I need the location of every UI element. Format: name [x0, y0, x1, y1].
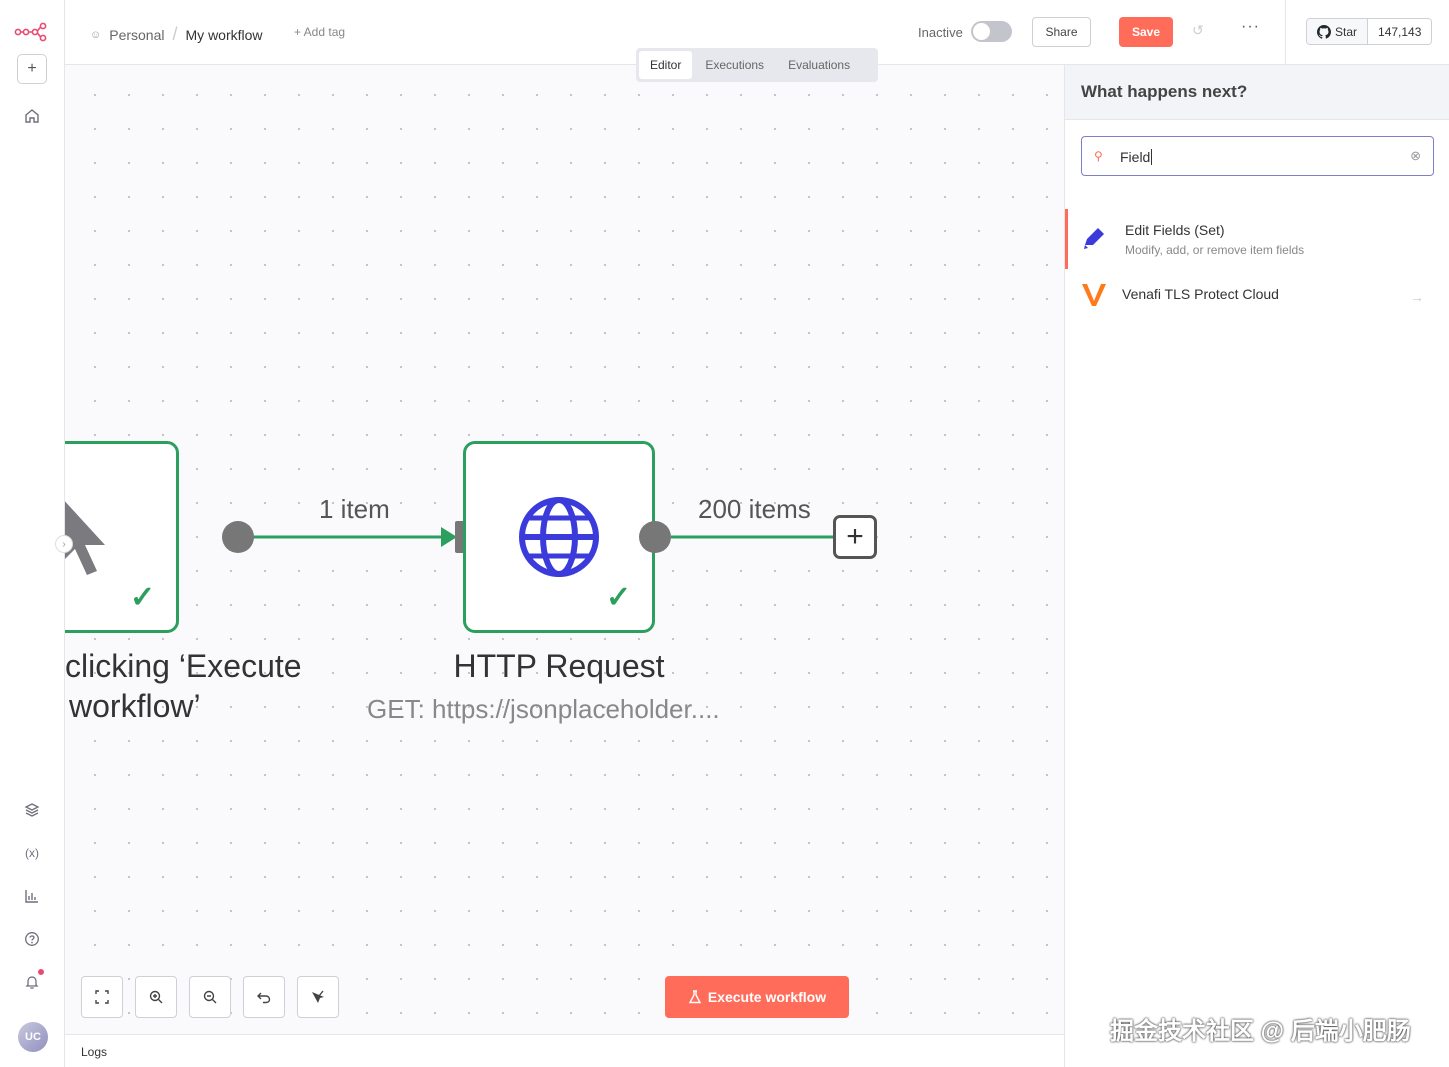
- create-button[interactable]: +: [17, 54, 47, 84]
- breadcrumb: ☺ Personal / My workflow: [90, 24, 263, 45]
- github-star-label: Star: [1335, 24, 1358, 39]
- manual-trigger-node[interactable]: ✓: [65, 441, 179, 633]
- result-name: Venafi TLS Protect Cloud: [1122, 286, 1279, 302]
- add-node-plus-button[interactable]: +: [833, 515, 877, 559]
- execute-workflow-label: Execute workflow: [707, 989, 827, 1005]
- templates-icon[interactable]: [17, 795, 47, 825]
- globe-icon: [519, 497, 599, 577]
- trigger-output-port[interactable]: [222, 521, 254, 553]
- tidy-up-button[interactable]: [297, 976, 339, 1018]
- logs-panel-bar[interactable]: Logs: [65, 1034, 1064, 1067]
- share-button[interactable]: Share: [1032, 17, 1091, 47]
- breadcrumb-separator: /: [172, 24, 178, 44]
- insights-icon[interactable]: [17, 881, 47, 911]
- result-description: Modify, add, or remove item fields: [1125, 243, 1305, 257]
- trigger-node-title: clicking ‘Execute workflow’: [65, 646, 302, 726]
- flask-icon: [688, 990, 702, 1004]
- workflow-name[interactable]: My workflow: [186, 27, 263, 43]
- left-sidebar: + (x) UC: [0, 0, 65, 1067]
- n8n-logo-icon[interactable]: [14, 18, 50, 42]
- zoom-in-icon: [149, 990, 163, 1004]
- trigger-title-line: clicking ‘Execute: [65, 648, 302, 684]
- search-result-item[interactable]: Edit Fields (Set) Modify, add, or remove…: [1065, 209, 1449, 269]
- undo-icon: [257, 992, 271, 1004]
- success-check-icon: ✓: [606, 581, 632, 614]
- edge-item-count: 1 item: [319, 494, 390, 524]
- trigger-title-line: workflow’: [69, 688, 201, 724]
- edge-item-count: 200 items: [698, 494, 811, 524]
- github-star-count: 147,143: [1368, 19, 1432, 44]
- variables-icon[interactable]: (x): [17, 838, 47, 868]
- active-status-label: Inactive: [918, 25, 963, 40]
- success-check-icon: ✓: [130, 581, 156, 614]
- http-request-node[interactable]: ✓: [463, 441, 655, 633]
- http-node-subtitle: GET: https://jsonplaceholder....: [367, 694, 720, 724]
- venafi-logo-icon: [1082, 284, 1106, 306]
- help-icon[interactable]: [17, 924, 47, 954]
- notification-dot: [38, 969, 44, 975]
- node-creator-panel: What happens next? ⚲ Field ⊗ Edit Fields…: [1064, 65, 1449, 1067]
- http-output-port[interactable]: [639, 521, 671, 553]
- view-tabs: Editor Executions Evaluations: [636, 48, 878, 82]
- node-search-input[interactable]: ⚲ Field ⊗: [1081, 136, 1434, 176]
- watermark-text: 掘金技术社区 @ 后端小肥肠: [1110, 1018, 1411, 1045]
- search-result-item[interactable]: Venafi TLS Protect Cloud →: [1065, 269, 1449, 329]
- http-node-title: HTTP Request: [453, 648, 665, 684]
- sidebar-collapse-chevron-icon[interactable]: ›: [55, 535, 73, 553]
- zoom-in-button[interactable]: [135, 976, 177, 1018]
- github-icon: [1317, 24, 1331, 39]
- github-star-button[interactable]: Star 147,143: [1306, 18, 1433, 45]
- home-icon[interactable]: [17, 101, 47, 131]
- arrow-right-icon: →: [1410, 289, 1424, 305]
- panel-title: What happens next?: [1065, 65, 1449, 120]
- person-icon: ☺: [90, 28, 102, 41]
- active-toggle[interactable]: [971, 21, 1012, 42]
- tab-evaluations[interactable]: Evaluations: [777, 51, 861, 79]
- cursor-pointer-icon: [65, 501, 105, 575]
- tab-executions[interactable]: Executions: [694, 51, 775, 79]
- workflow-canvas[interactable]: ✓ 1 item ✓ 200 items + clicking ‘Execute…: [65, 65, 1064, 1034]
- zoom-out-button[interactable]: [189, 976, 231, 1018]
- zoom-out-icon: [203, 990, 217, 1004]
- execute-workflow-button[interactable]: Execute workflow: [665, 976, 849, 1018]
- search-icon: ⚲: [1094, 149, 1103, 163]
- breadcrumb-project[interactable]: Personal: [109, 27, 164, 43]
- tab-editor[interactable]: Editor: [639, 51, 693, 79]
- search-value: Field: [1120, 149, 1153, 165]
- pencil-icon: [1084, 228, 1104, 249]
- broom-icon: [312, 990, 324, 1003]
- add-tag-button[interactable]: + Add tag: [294, 25, 345, 39]
- save-button[interactable]: Save: [1119, 17, 1173, 47]
- clear-search-icon[interactable]: ⊗: [1410, 148, 1421, 164]
- zoom-to-fit-button[interactable]: [81, 976, 123, 1018]
- header-divider: [1285, 0, 1286, 64]
- fit-view-icon: [95, 990, 109, 1004]
- user-avatar[interactable]: UC: [18, 1022, 48, 1052]
- logs-label: Logs: [81, 1045, 108, 1059]
- history-icon[interactable]: ↺: [1192, 22, 1204, 39]
- undo-button[interactable]: [243, 976, 285, 1018]
- result-name: Edit Fields (Set): [1125, 222, 1225, 238]
- more-options-button[interactable]: ···: [1241, 18, 1260, 36]
